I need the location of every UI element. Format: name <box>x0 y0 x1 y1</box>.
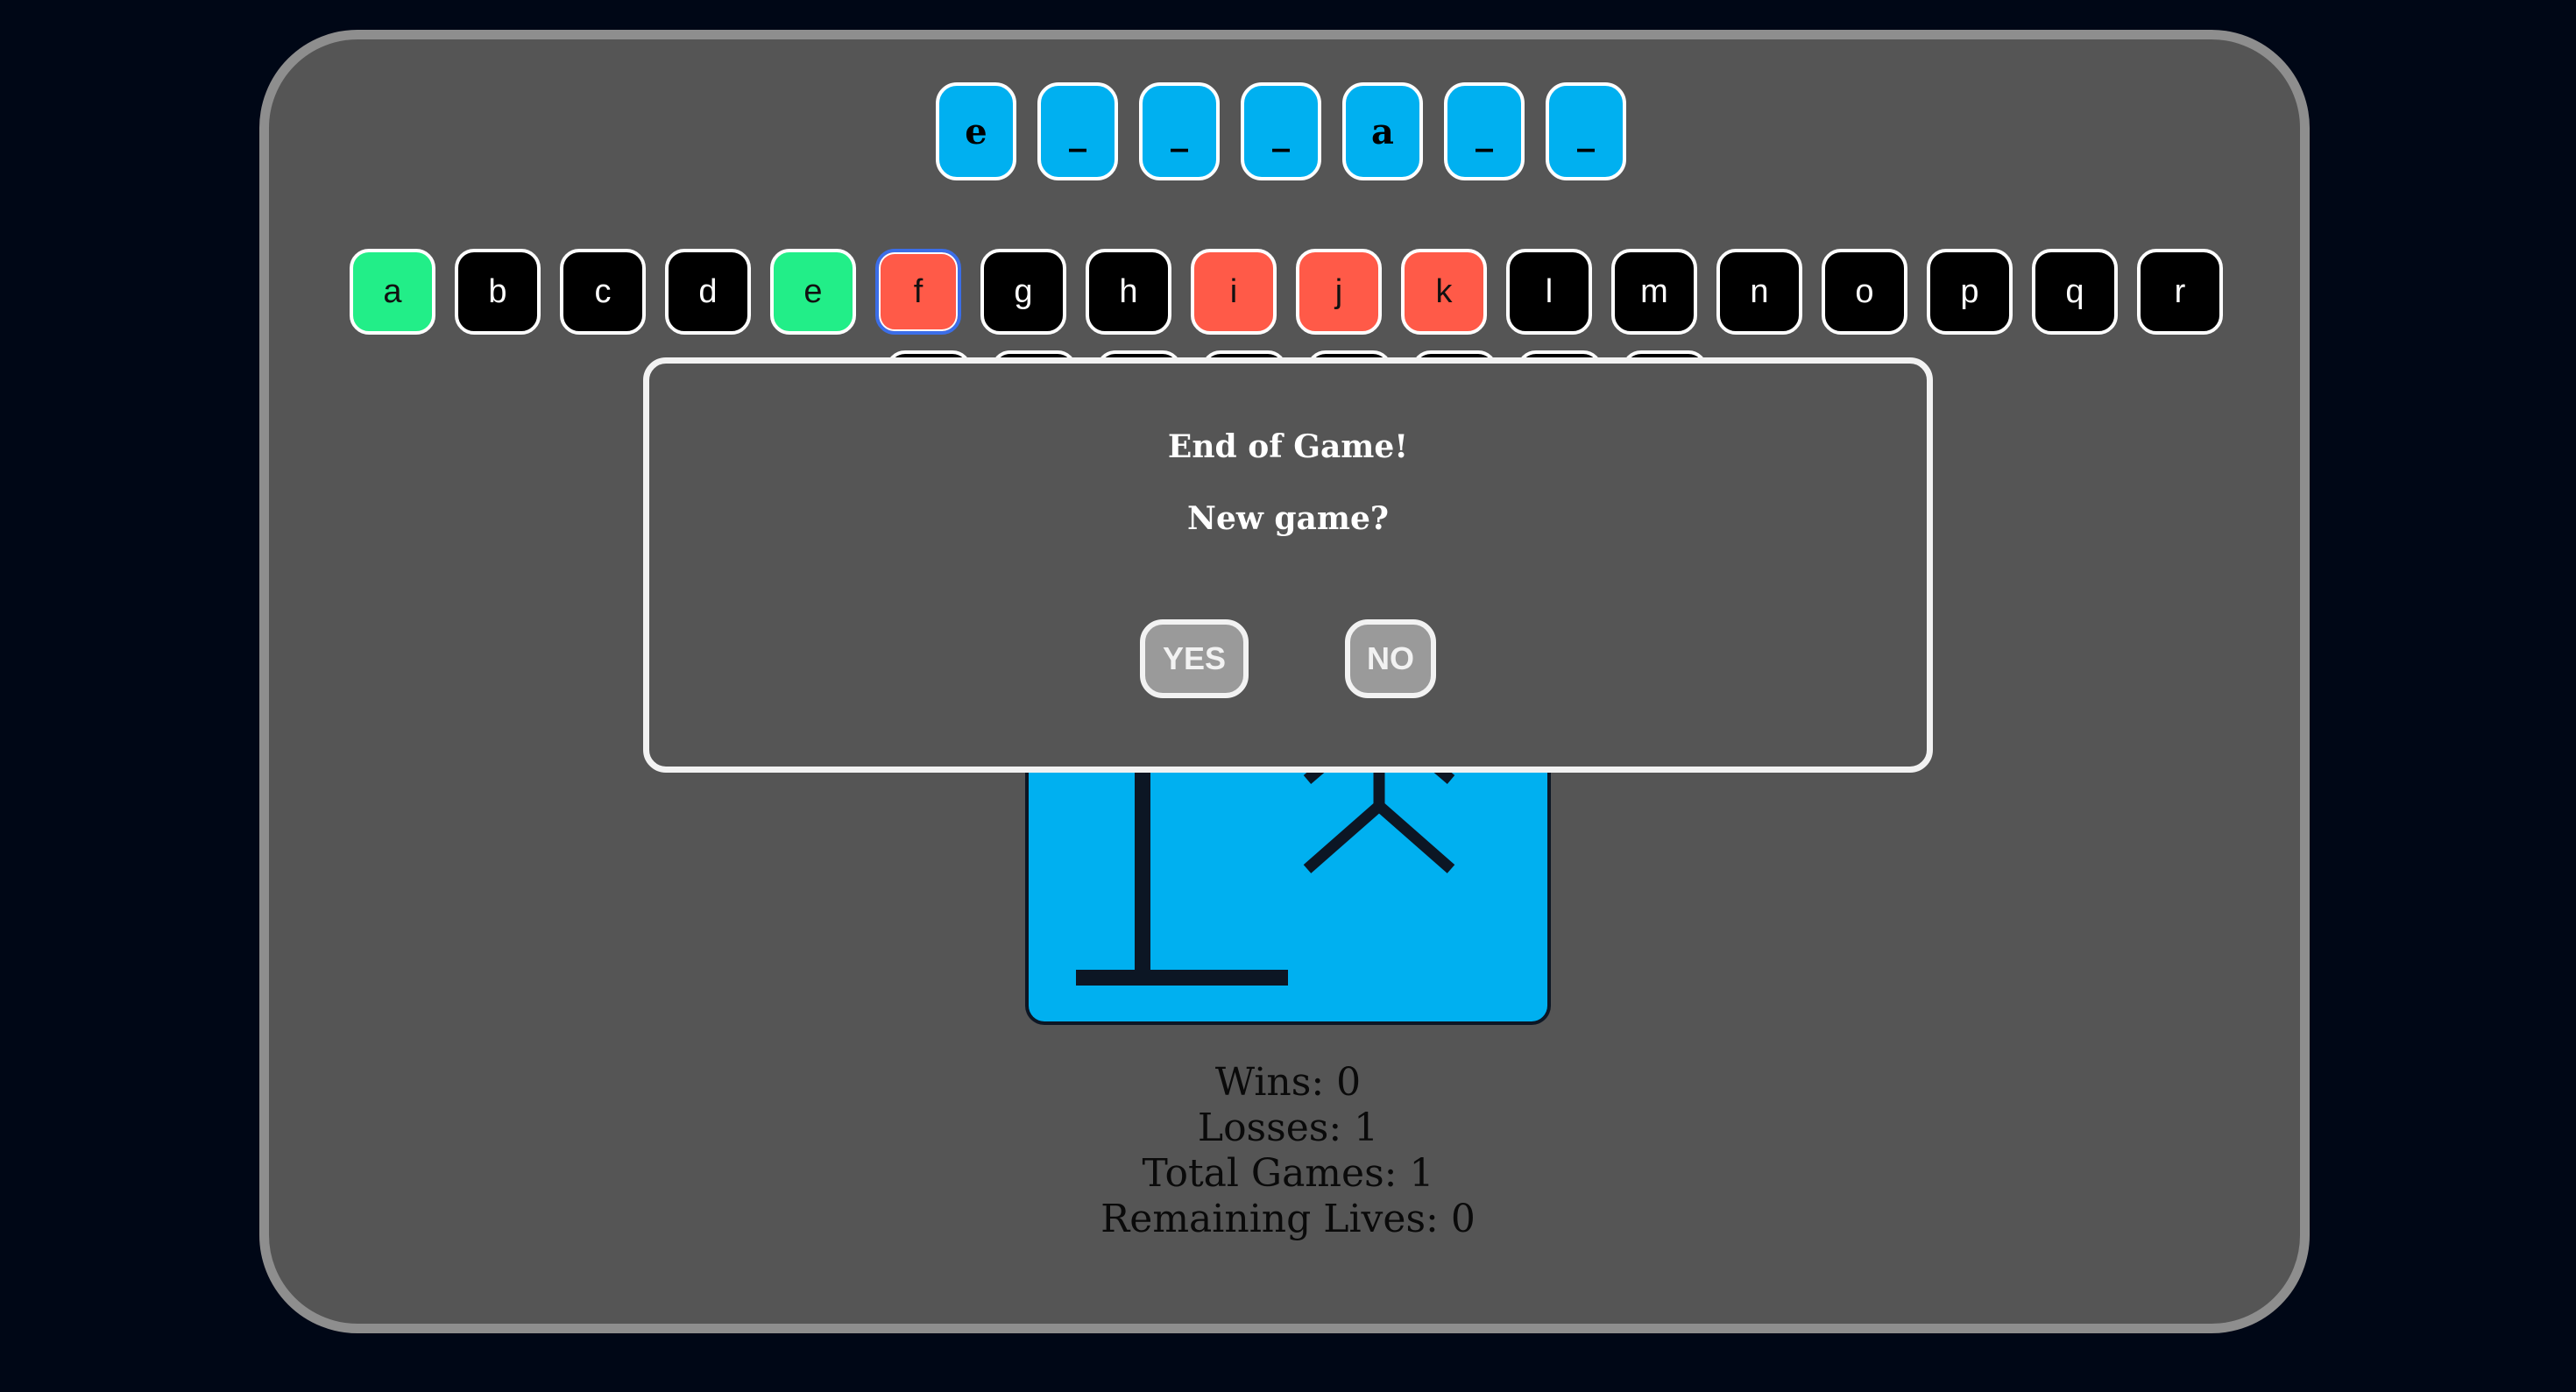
word-tile: _ <box>1444 82 1525 180</box>
key-o[interactable]: o <box>1822 249 1907 335</box>
no-button[interactable]: NO <box>1345 619 1436 698</box>
key-e[interactable]: e <box>770 249 856 335</box>
word-tile: e <box>936 82 1016 180</box>
key-b[interactable]: b <box>455 249 541 335</box>
key-l[interactable]: l <box>1506 249 1592 335</box>
dialog-subtitle: New game? <box>1187 500 1389 537</box>
dialog-title: End of Game! <box>1167 428 1409 465</box>
stats-panel: Wins: 0 Losses: 1 Total Games: 1 Remaini… <box>938 1060 1638 1242</box>
yes-button[interactable]: YES <box>1140 619 1249 698</box>
word-tile: _ <box>1139 82 1220 180</box>
key-q[interactable]: q <box>2032 249 2118 335</box>
end-of-game-dialog: End of Game! New game? YES NO <box>643 357 1933 773</box>
key-m[interactable]: m <box>1611 249 1697 335</box>
key-a[interactable]: a <box>350 249 435 335</box>
keyboard-row-1: abcdefghijklmnopqr <box>350 249 2223 335</box>
key-g[interactable]: g <box>980 249 1066 335</box>
key-r[interactable]: r <box>2137 249 2223 335</box>
key-f[interactable]: f <box>875 249 961 335</box>
key-j[interactable]: j <box>1296 249 1382 335</box>
key-c[interactable]: c <box>560 249 646 335</box>
key-n[interactable]: n <box>1716 249 1802 335</box>
key-h[interactable]: h <box>1086 249 1171 335</box>
word-tile: a <box>1342 82 1423 180</box>
word-tile: _ <box>1241 82 1321 180</box>
losses-count: Losses: 1 <box>1197 1106 1379 1150</box>
key-p[interactable]: p <box>1927 249 2013 335</box>
wins-count: Wins: 0 <box>1214 1060 1362 1105</box>
word-tile: _ <box>1546 82 1626 180</box>
key-d[interactable]: d <box>665 249 751 335</box>
key-i[interactable]: i <box>1191 249 1277 335</box>
total-games-count: Total Games: 1 <box>1142 1151 1434 1196</box>
word-display: e _ _ _ a _ _ <box>936 82 1626 180</box>
word-tile: _ <box>1037 82 1118 180</box>
remaining-lives-count: Remaining Lives: 0 <box>1100 1197 1476 1241</box>
key-k[interactable]: k <box>1401 249 1487 335</box>
